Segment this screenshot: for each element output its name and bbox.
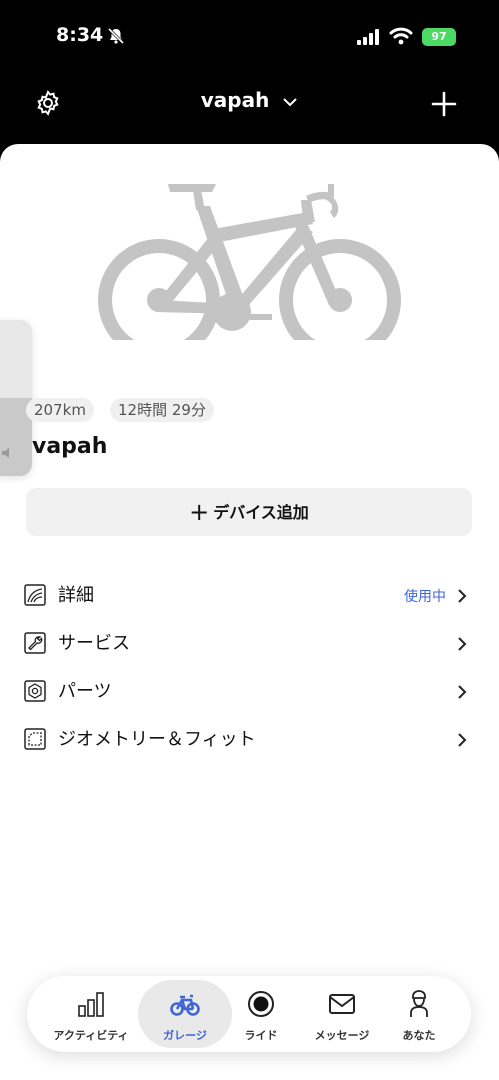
tab-label: あなた [402,1029,436,1042]
menu-item-details[interactable]: 詳細 使用中 [24,576,472,616]
chevron-right-icon [458,733,467,747]
garage-content: 207km 12時間 29分 vapah + デバイス追加 詳細 使用中 サービス [0,144,499,1080]
chevron-down-icon [283,97,297,106]
tab-label: メッセージ [314,1029,370,1042]
status-time: 8:34 [56,24,104,46]
header-title: vapah [200,88,270,112]
wifi-icon [389,27,413,45]
speaker-icon [2,448,9,458]
bike-name: vapah [32,434,108,459]
menu-item-service[interactable]: サービス [24,624,472,664]
menu-item-parts[interactable]: パーツ [24,672,472,712]
tab-activity[interactable]: アクティビティ [37,976,145,1052]
menu-item-geometry-fit[interactable]: ジオメトリー＆フィット [24,720,472,760]
bike-silhouette [98,184,401,340]
duration-badge: 12時間 29分 [110,398,214,422]
mail-icon [329,994,355,1014]
cellular-signal-icon [357,29,379,45]
tab-label: アクティビティ [53,1029,129,1042]
tab-ride[interactable]: ライド [232,976,290,1052]
app-header: vapah [0,72,499,144]
left-screen-edge [0,144,8,1080]
bike-selector[interactable]: vapah [0,88,499,112]
add-device-button[interactable]: + デバイス追加 [26,488,472,536]
geometry-icon [24,728,46,750]
tab-garage[interactable]: ガレージ [138,976,232,1052]
nut-icon [24,680,46,702]
plus-icon: + [189,498,210,526]
chevron-right-icon [458,589,467,603]
status-bar: 8:34 97 [0,0,499,72]
tab-you[interactable]: あなた [389,976,449,1052]
record-icon [248,991,274,1017]
tab-bar: アクティビティ ガレージ ライド メッセージ あなた [27,976,471,1052]
in-use-badge: 使用中 [404,589,446,605]
tab-messages[interactable]: メッセージ [297,976,387,1052]
bell-off-icon [107,27,125,45]
battery-indicator: 97 [422,28,456,46]
tab-label: ライド [244,1029,278,1042]
add-bike-button[interactable] [430,90,458,118]
distance-badge: 207km [26,398,94,422]
chevron-right-icon [458,685,467,699]
menu-label: ジオメトリー＆フィット [58,729,256,750]
menu-label: サービス [58,633,130,654]
menu-label: 詳細 [58,585,94,606]
right-screen-edge [491,144,499,1080]
activity-bars-icon [78,992,104,1017]
wrench-icon [24,632,46,654]
menu-label: パーツ [58,681,112,702]
add-device-label: デバイス追加 [213,503,309,522]
details-icon [24,584,46,606]
bike-icon [170,994,200,1016]
tab-label: ガレージ [163,1029,207,1042]
volume-hud [0,320,32,476]
person-icon [410,990,428,1017]
chevron-right-icon [458,637,467,651]
